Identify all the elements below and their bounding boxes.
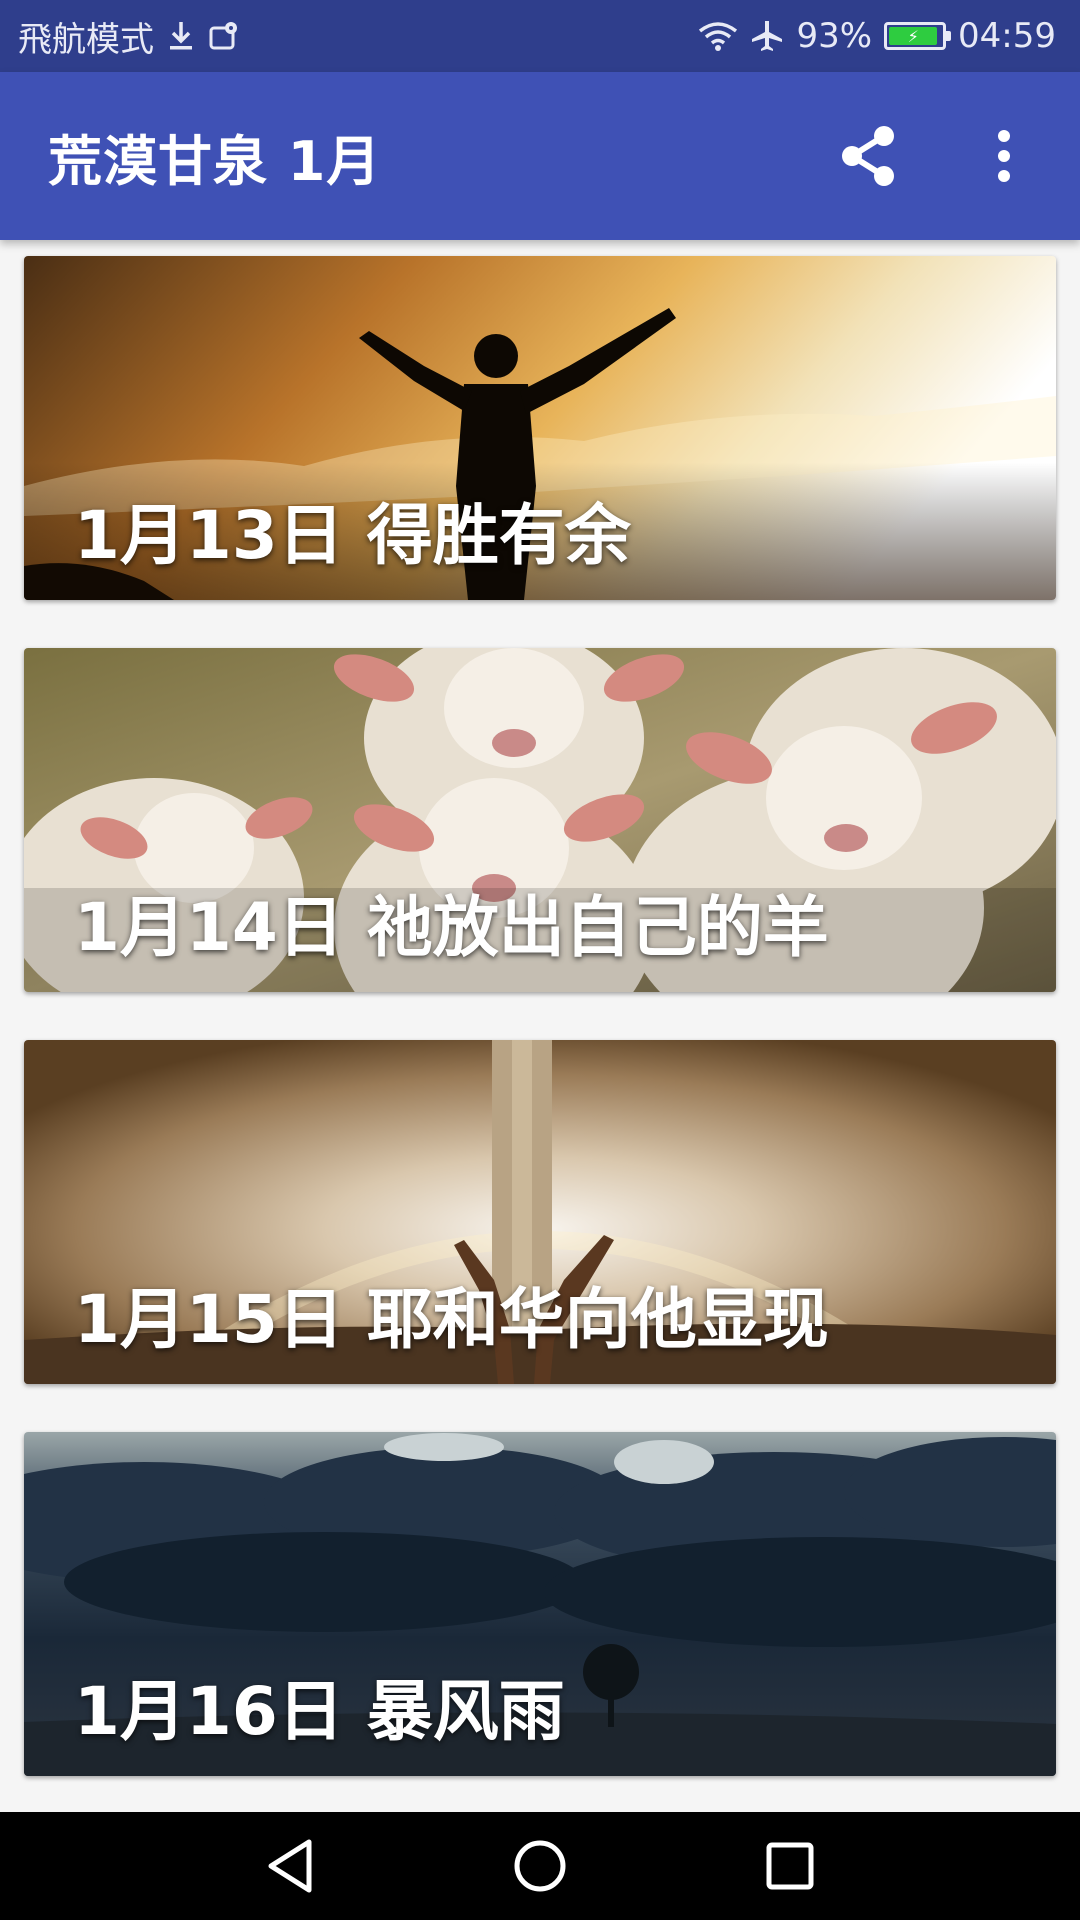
battery-percent: 93% (796, 16, 873, 56)
list-item[interactable]: 1月16日 暴风雨 (24, 1432, 1056, 1776)
clock: 04:59 (958, 16, 1056, 56)
share-button[interactable] (820, 108, 916, 204)
battery-icon: ⚡ (884, 22, 952, 50)
card-title: 1月15日 耶和华向他显现 (74, 1281, 829, 1358)
card-title: 1月14日 祂放出自己的羊 (74, 889, 829, 966)
list-item[interactable]: 1月14日 祂放出自己的羊 (24, 648, 1056, 992)
more-vert-icon (998, 130, 1010, 182)
page-title: 荒漠甘泉 1月 (48, 129, 382, 193)
battery-level: ⚡ (889, 27, 938, 46)
recents-icon (766, 1842, 814, 1890)
recents-button[interactable] (740, 1816, 840, 1916)
status-bar: 飛航模式 93% ⚡ 04:59 (0, 0, 1080, 72)
more-options-button[interactable] (956, 108, 1052, 204)
back-button[interactable] (240, 1816, 340, 1916)
location-settings-icon (208, 20, 240, 52)
airplane-icon (750, 19, 784, 53)
card-title: 1月16日 暴风雨 (74, 1673, 565, 1750)
app-bar-actions (820, 108, 1052, 204)
home-button[interactable] (490, 1816, 590, 1916)
devotion-list[interactable]: 1月13日 得胜有余 1月14日 祂放出自己的羊 1月15日 耶和华向他显现 1… (0, 240, 1080, 1812)
navigation-bar (0, 1812, 1080, 1920)
airplane-mode-label: 飛航模式 (18, 19, 154, 60)
wifi-icon (698, 20, 738, 52)
share-icon (842, 126, 894, 186)
status-left: 飛航模式 (18, 12, 240, 61)
app-bar: 荒漠甘泉 1月 (0, 72, 1080, 240)
list-item[interactable]: 1月15日 耶和华向他显现 (24, 1040, 1056, 1384)
download-icon (166, 20, 196, 52)
status-right: 93% ⚡ 04:59 (698, 16, 1056, 56)
list-item[interactable]: 1月13日 得胜有余 (24, 256, 1056, 600)
card-title: 1月13日 得胜有余 (74, 497, 631, 574)
home-icon (514, 1840, 566, 1892)
back-icon (268, 1839, 312, 1893)
